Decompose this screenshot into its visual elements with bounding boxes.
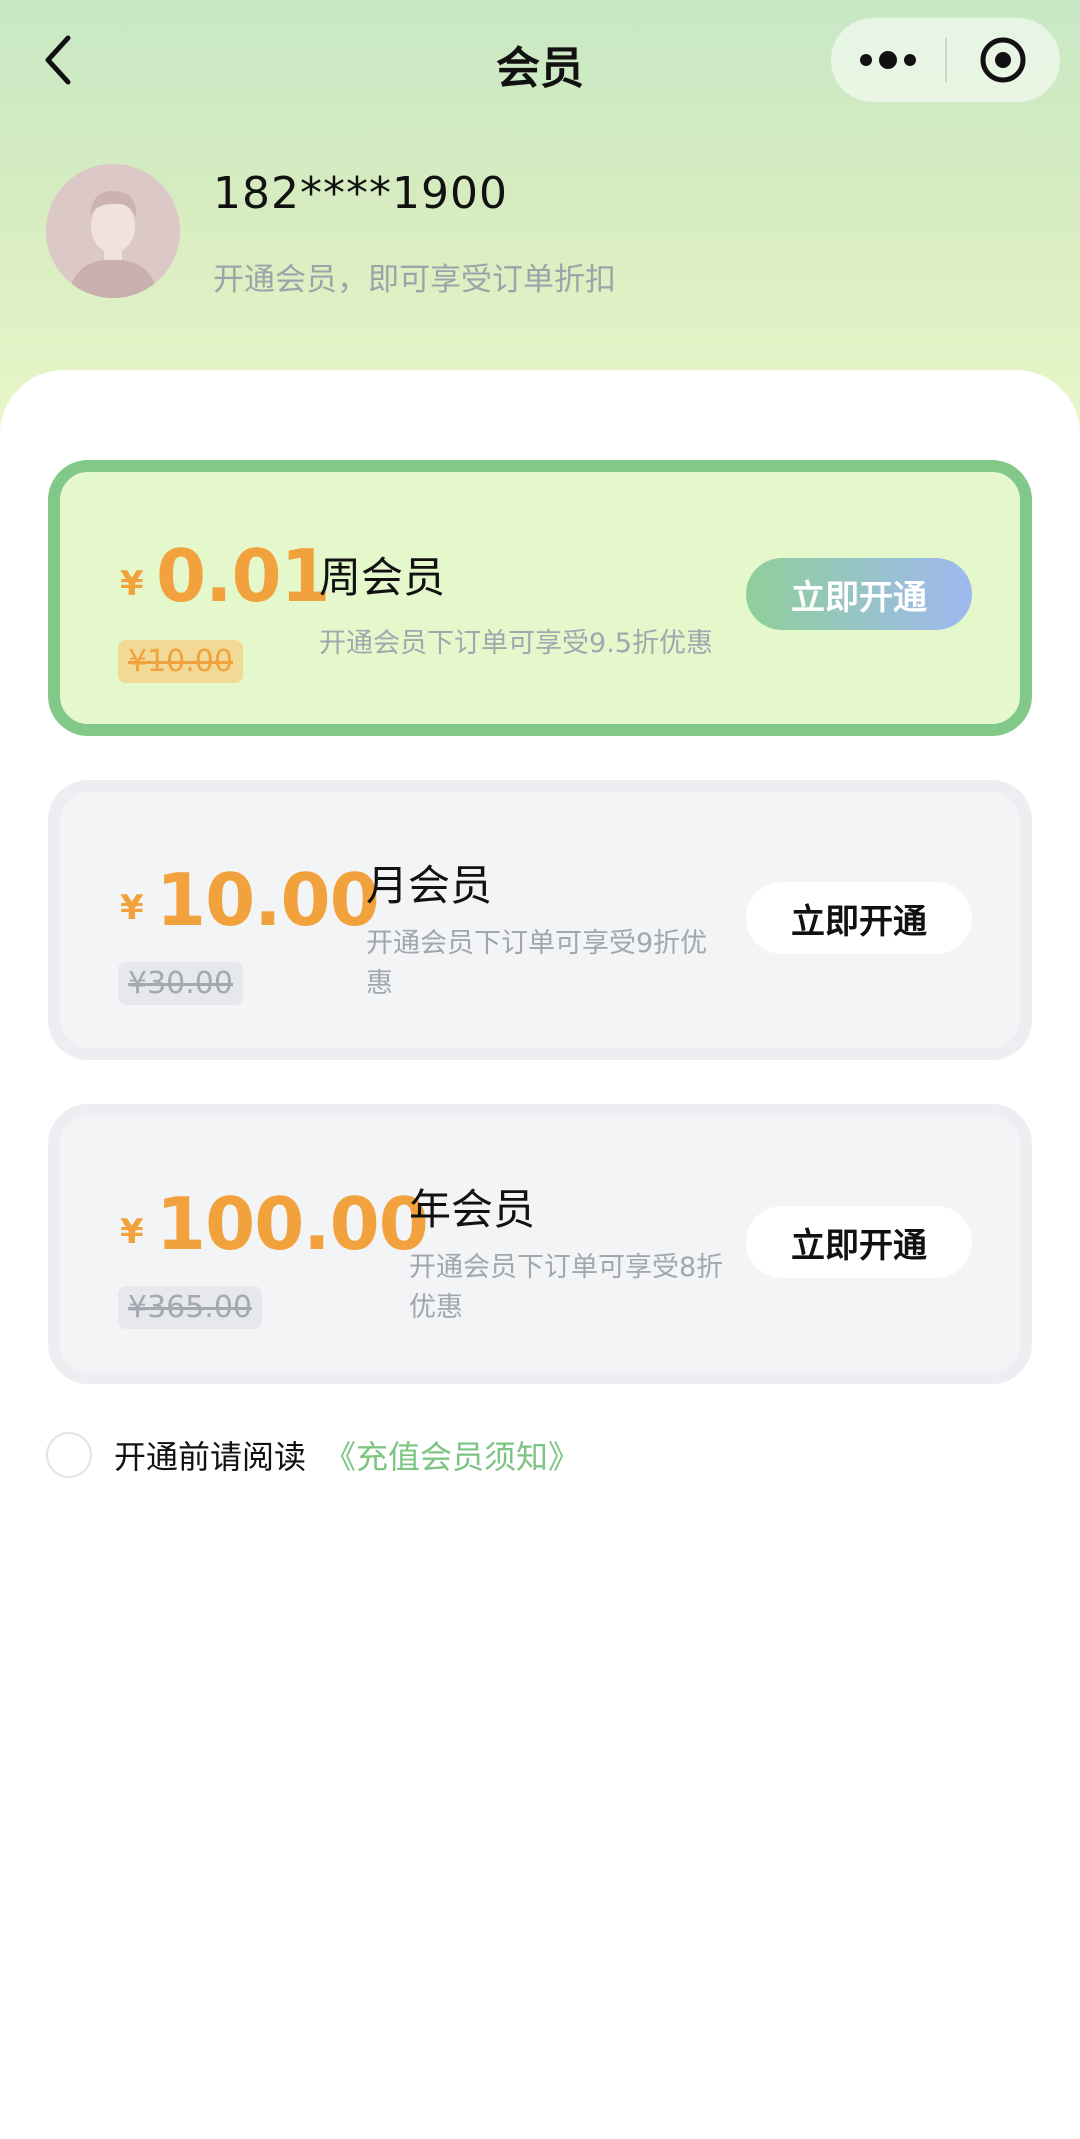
- currency-symbol: ¥: [120, 564, 144, 604]
- more-dots-icon: [860, 51, 916, 69]
- original-price: ¥10.00: [118, 640, 243, 683]
- plan-card-weekly[interactable]: ¥ 0.01 ¥10.00 周会员 开通会员下订单可享受9.5折优惠 立即开通: [48, 460, 1032, 736]
- plan-name: 周会员: [319, 553, 446, 602]
- currency-symbol: ¥: [120, 888, 144, 928]
- target-close-icon: [980, 37, 1026, 83]
- original-price: ¥30.00: [118, 962, 243, 1005]
- activate-button[interactable]: 立即开通: [746, 882, 972, 954]
- plan-description: 开通会员下订单可享受8折优惠: [409, 1252, 724, 1323]
- plan-name: 月会员: [366, 861, 493, 910]
- more-button[interactable]: [831, 18, 945, 102]
- plan-description: 开通会员下订单可享受9.5折优惠: [319, 628, 713, 659]
- avatar: [46, 164, 180, 298]
- currency-symbol: ¥: [120, 1212, 144, 1252]
- nav-bar: 会员: [0, 0, 1080, 120]
- plan-price: 100.00: [156, 1182, 429, 1266]
- close-button[interactable]: [947, 18, 1060, 102]
- plan-card-yearly[interactable]: ¥ 100.00 ¥365.00 年会员 开通会员下订单可享受8折优惠 立即开通: [48, 1104, 1032, 1384]
- user-phone: 182****1900: [213, 168, 508, 219]
- plan-description: 开通会员下订单可享受9折优惠: [366, 928, 708, 999]
- mini-program-capsule: [831, 18, 1060, 102]
- default-avatar-icon: [46, 164, 180, 298]
- agreement-link[interactable]: 《充值会员须知》: [324, 1432, 580, 1478]
- activate-button[interactable]: 立即开通: [746, 558, 972, 630]
- plan-price: 0.01: [156, 534, 331, 618]
- agreement-row: 开通前请阅读 《充值会员须知》: [46, 1430, 580, 1480]
- plan-card-monthly[interactable]: ¥ 10.00 ¥30.00 月会员 开通会员下订单可享受9折优惠 立即开通: [48, 780, 1032, 1060]
- agreement-text: 开通前请阅读: [114, 1438, 307, 1476]
- activate-button[interactable]: 立即开通: [746, 1206, 972, 1278]
- agreement-checkbox[interactable]: [46, 1432, 92, 1478]
- plan-price: 10.00: [156, 858, 380, 942]
- original-price: ¥365.00: [118, 1286, 263, 1329]
- member-subtitle: 开通会员，即可享受订单折扣: [213, 262, 616, 298]
- plan-name: 年会员: [409, 1185, 536, 1234]
